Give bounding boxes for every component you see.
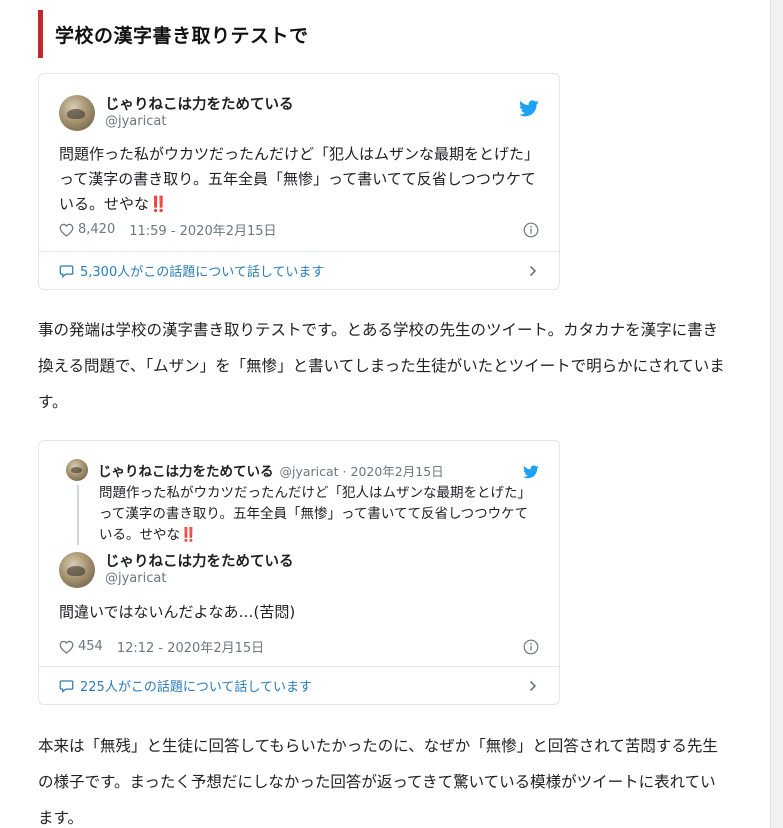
speech-bubble-icon: [59, 679, 74, 693]
conversation-label[interactable]: 225人がこの話題について話しています: [80, 676, 312, 695]
tweet-timestamp[interactable]: 11:59 - 2020年2月15日: [129, 220, 276, 239]
twitter-bird-icon[interactable]: [523, 465, 539, 479]
twitter-bird-icon[interactable]: [519, 100, 539, 117]
tweet-timestamp[interactable]: 12:12 - 2020年2月15日: [117, 637, 264, 656]
parent-avatar[interactable]: [66, 459, 88, 481]
chevron-right-icon[interactable]: [527, 680, 539, 692]
like-count[interactable]: 454: [78, 639, 103, 654]
conversation-link[interactable]: 225人がこの話題について話しています: [59, 676, 539, 695]
tweet-author[interactable]: じゃりねこは力をためている @jyaricat: [59, 95, 294, 131]
author-handle[interactable]: @jyaricat: [105, 114, 294, 130]
speech-bubble-icon: [59, 264, 74, 278]
tweet-text: 問題作った私がウカツだったんだけど「犯人はムザンな最期をとげた」って漢字の書き取…: [59, 145, 540, 213]
info-icon[interactable]: [523, 639, 539, 655]
tweet-text: 間違いではないんだよなあ…(苦悶): [59, 603, 296, 621]
heart-icon[interactable]: [59, 640, 74, 654]
tweet-author[interactable]: じゃりねこは力をためている @jyaricat: [59, 552, 294, 588]
author-name[interactable]: じゃりねこは力をためている: [105, 96, 294, 114]
avatar[interactable]: [59, 552, 95, 588]
divider: [39, 251, 559, 252]
parent-author-name[interactable]: じゃりねこは力をためている: [98, 460, 274, 480]
parent-tweet-text: 問題作った私がウカツだったんだけど「犯人はムザンな最期をとげた」って漢字の書き取…: [99, 485, 531, 543]
article-paragraph-1: 事の発端は学校の漢字書き取りテストです。とある学校の先生のツイート。カタカナを漢…: [38, 321, 725, 411]
section-heading: 学校の漢字書き取りテストで: [38, 10, 738, 58]
tweet-meta: 8,420 11:59 - 2020年2月15日: [59, 220, 539, 239]
conversation-label[interactable]: 5,300人がこの話題について話しています: [80, 261, 324, 280]
like-count[interactable]: 8,420: [78, 222, 115, 237]
divider: [39, 666, 559, 667]
author-name[interactable]: じゃりねこは力をためている: [105, 553, 294, 571]
author-handle[interactable]: @jyaricat: [105, 571, 294, 587]
embedded-tweet-1[interactable]: じゃりねこは力をためている @jyaricat 問題作った私がウカツだったんだけ…: [38, 73, 560, 290]
chevron-right-icon[interactable]: [527, 265, 539, 277]
parent-tweet-header[interactable]: じゃりねこは力をためている @jyaricat · 2020年2月15日: [66, 459, 444, 481]
info-icon[interactable]: [523, 222, 539, 238]
scrollbar[interactable]: [770, 0, 783, 828]
avatar[interactable]: [59, 95, 95, 131]
conversation-link[interactable]: 5,300人がこの話題について話しています: [59, 261, 539, 280]
embedded-tweet-2[interactable]: じゃりねこは力をためている @jyaricat · 2020年2月15日 問題作…: [38, 440, 560, 705]
parent-handle-date[interactable]: @jyaricat · 2020年2月15日: [280, 461, 444, 480]
tweet-meta: 454 12:12 - 2020年2月15日: [59, 637, 539, 656]
article-page: 学校の漢字書き取りテストで じゃりねこは力をためている @jyaricat 問題…: [0, 0, 783, 828]
thread-line: [77, 485, 79, 545]
heart-icon[interactable]: [59, 223, 74, 237]
section-heading-text: 学校の漢字書き取りテストで: [55, 24, 309, 47]
article-paragraph-2: 本来は「無残」と生徒に回答してもらいたかったのに、なぜか「無惨」と回答されて苦悶…: [38, 737, 718, 827]
